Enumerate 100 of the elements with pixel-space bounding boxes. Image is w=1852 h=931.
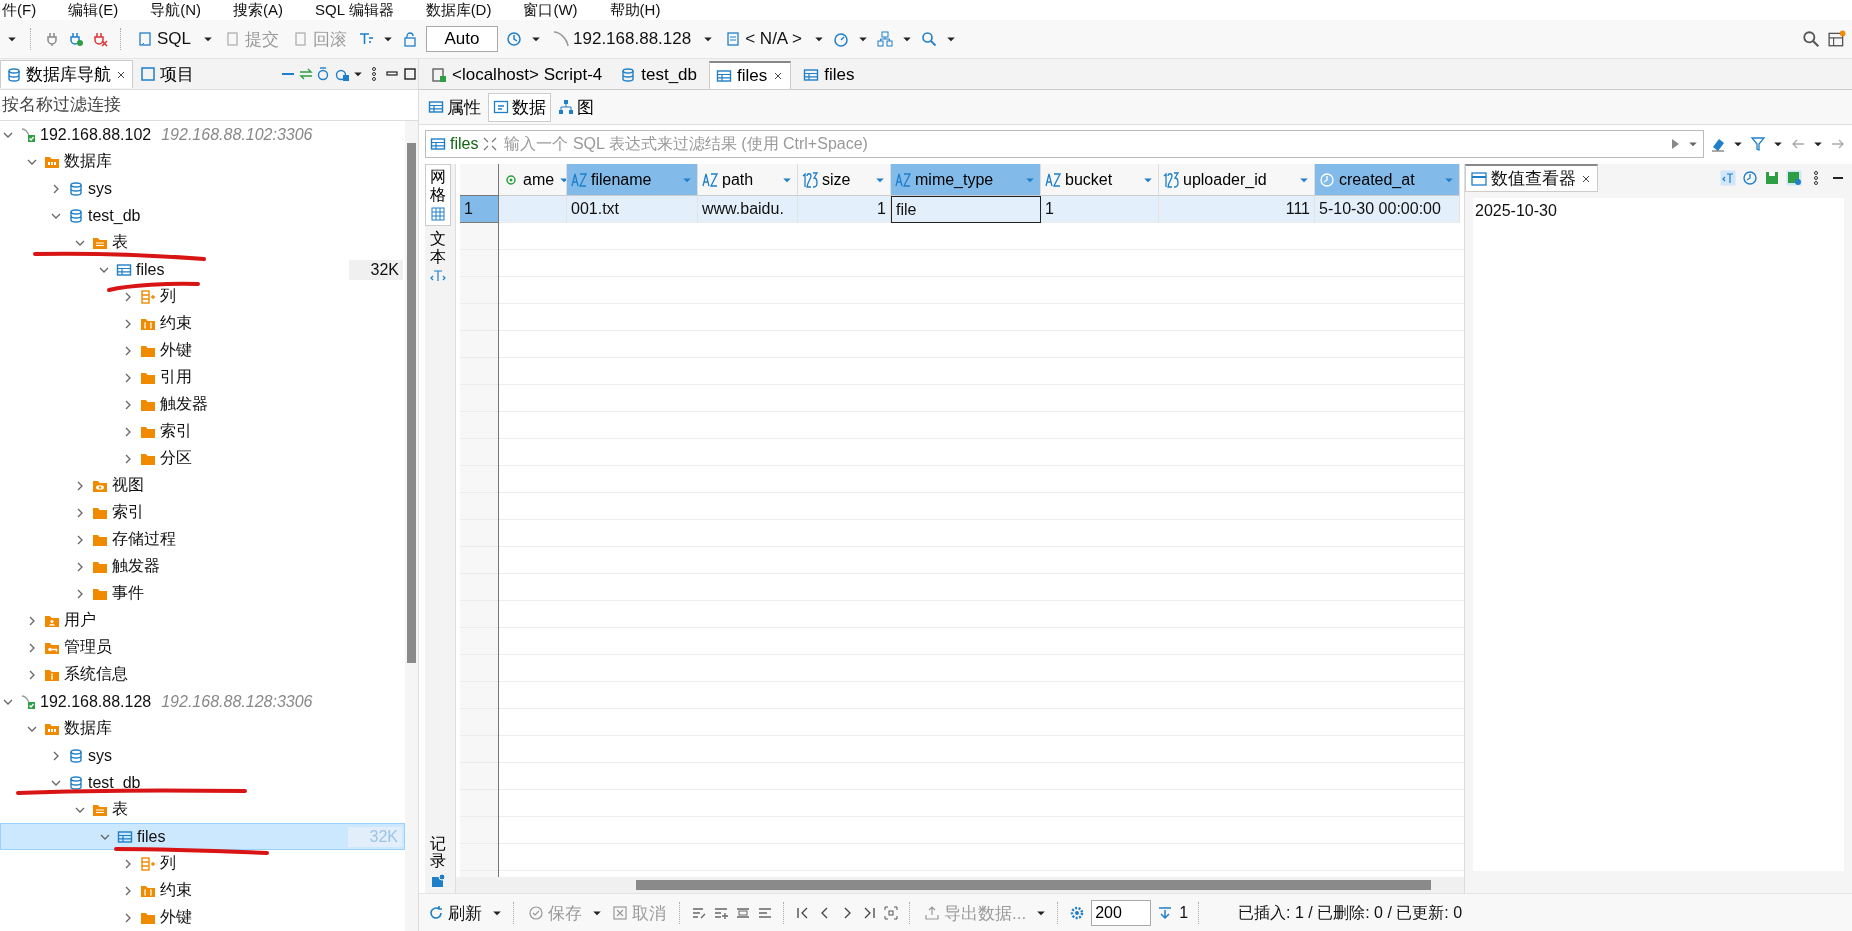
filter-field[interactable]: files 输入一个 SQL 表达式来过滤结果 (使用 Ctrl+Space) bbox=[425, 130, 1704, 158]
editor-tab[interactable]: <localhost> Script-4 bbox=[425, 61, 609, 89]
editor-tab[interactable]: test_db bbox=[614, 61, 703, 89]
add-row-icon[interactable] bbox=[713, 905, 729, 921]
schema-selector[interactable]: < N/A > bbox=[722, 27, 805, 51]
table-cell[interactable]: 5-10-30 00:00:00 bbox=[1315, 196, 1460, 223]
column-header[interactable]: filename bbox=[567, 164, 698, 196]
panel-tab[interactable]: 数据库导航 bbox=[0, 60, 133, 88]
value-viewer-tab[interactable]: 数值查看器 bbox=[1465, 164, 1598, 192]
history-icon[interactable] bbox=[506, 31, 523, 47]
tree-row[interactable]: 表 bbox=[0, 796, 405, 823]
view-mode-tab[interactable]: 记录 bbox=[425, 830, 451, 893]
table-cell[interactable]: file bbox=[891, 196, 1041, 223]
tree-row[interactable]: 存储过程 bbox=[0, 526, 405, 553]
scrollbar[interactable] bbox=[407, 143, 416, 663]
text-format-icon[interactable] bbox=[1720, 170, 1736, 186]
menu-item[interactable]: 导航(N) bbox=[150, 1, 201, 19]
plug-disconnect-icon[interactable] bbox=[92, 31, 108, 47]
clock-icon[interactable] bbox=[1742, 170, 1758, 186]
tree-row[interactable]: 管理员 bbox=[0, 634, 405, 661]
tree-row[interactable]: 触发器 bbox=[0, 391, 405, 418]
search-icon[interactable] bbox=[1802, 30, 1820, 48]
menu-item[interactable]: SQL 编辑器 bbox=[315, 1, 394, 19]
save-as-icon[interactable] bbox=[1786, 170, 1802, 186]
editor-subtab[interactable]: 属性 bbox=[423, 92, 486, 122]
plug-connect-icon[interactable] bbox=[68, 31, 84, 47]
copy-row-icon[interactable] bbox=[735, 905, 751, 921]
column-header[interactable]: bucket bbox=[1041, 164, 1159, 196]
sql-filter-input[interactable]: 输入一个 SQL 表达式来过滤结果 (使用 Ctrl+Space) bbox=[502, 134, 1663, 154]
table-cell[interactable]: 1 bbox=[1041, 196, 1159, 223]
table-cell[interactable]: 1 bbox=[798, 196, 891, 223]
edit-row-icon[interactable] bbox=[691, 905, 707, 921]
tree-row[interactable]: 索引 bbox=[0, 499, 405, 526]
table-cell[interactable] bbox=[499, 196, 567, 223]
tree-row[interactable]: files 32K bbox=[0, 256, 405, 283]
editor-subtab[interactable]: 数据 bbox=[488, 92, 551, 122]
maximize-icon[interactable] bbox=[402, 66, 418, 82]
fit-icon[interactable] bbox=[883, 905, 899, 921]
tree-row[interactable]: 192.168.88.102 192.168.88.102:3306 bbox=[0, 121, 405, 148]
fetch-all-icon[interactable] bbox=[1157, 905, 1174, 921]
tree-row[interactable]: 约束 bbox=[0, 877, 405, 904]
column-header[interactable]: path bbox=[698, 164, 798, 196]
plug-icon[interactable] bbox=[44, 31, 60, 47]
table-cell[interactable]: www.baidu. bbox=[698, 196, 798, 223]
menu-item[interactable]: 件(F) bbox=[2, 1, 37, 19]
column-header[interactable]: size bbox=[798, 164, 891, 196]
tree-row[interactable]: 系统信息 bbox=[0, 661, 405, 688]
scrollbar[interactable] bbox=[636, 880, 1431, 890]
filter-icon[interactable] bbox=[1750, 136, 1766, 152]
tree-row[interactable]: 索引 bbox=[0, 418, 405, 445]
eraser-icon[interactable] bbox=[1710, 136, 1726, 152]
editor-tab[interactable]: files bbox=[797, 61, 861, 89]
tree-row[interactable]: test_db bbox=[0, 202, 405, 229]
tree-row[interactable]: 外键 bbox=[0, 904, 405, 931]
tree-row[interactable]: 分区 bbox=[0, 445, 405, 472]
tree-row[interactable]: sys bbox=[0, 175, 405, 202]
sql-editor-button[interactable]: SQL bbox=[134, 27, 195, 51]
menu-item[interactable]: 窗口(W) bbox=[523, 1, 578, 19]
tree-row[interactable]: 事件 bbox=[0, 580, 405, 607]
transaction-mode-icon[interactable] bbox=[358, 31, 375, 47]
column-header[interactable]: created_at bbox=[1315, 164, 1460, 196]
search-icon[interactable] bbox=[920, 31, 937, 47]
tree-row[interactable]: 表 bbox=[0, 229, 405, 256]
tree-row[interactable]: 数据库 bbox=[0, 148, 405, 175]
tree-row[interactable]: sys bbox=[0, 742, 405, 769]
column-header[interactable]: mime_type bbox=[891, 164, 1041, 196]
view-mode-tab[interactable]: 文本 bbox=[425, 226, 451, 289]
link-icon[interactable] bbox=[298, 66, 314, 82]
menu-item[interactable]: 帮助(H) bbox=[609, 1, 661, 19]
tree-row[interactable]: 视图 bbox=[0, 472, 405, 499]
tree-row[interactable]: 列 bbox=[0, 283, 405, 310]
tree-row[interactable]: 192.168.88.128 192.168.88.128:3306 bbox=[0, 688, 405, 715]
panel-tab[interactable]: 项目 bbox=[135, 60, 199, 88]
menu-item[interactable]: 搜索(A) bbox=[233, 1, 283, 19]
tree-row[interactable]: 用户 bbox=[0, 607, 405, 634]
lock-icon[interactable] bbox=[402, 31, 419, 47]
settings-icon[interactable] bbox=[1069, 905, 1086, 921]
perspective-icon[interactable] bbox=[1828, 30, 1846, 48]
tree-row[interactable]: files 32K bbox=[0, 823, 405, 850]
fetch-size-field[interactable]: 200 bbox=[1091, 900, 1152, 926]
editor-tab[interactable]: files bbox=[709, 61, 792, 89]
editor-subtab[interactable]: 图 bbox=[553, 92, 599, 122]
tree-row[interactable]: 数据库 bbox=[0, 715, 405, 742]
tree-row[interactable]: 列 bbox=[0, 850, 405, 877]
menu-item[interactable]: 编辑(E) bbox=[68, 1, 119, 19]
tree-row[interactable]: 触发器 bbox=[0, 553, 405, 580]
commit-mode-field[interactable]: Auto bbox=[426, 26, 499, 52]
table-cell[interactable]: 111 bbox=[1159, 196, 1315, 223]
column-header[interactable]: uploader_id bbox=[1159, 164, 1315, 196]
delete-row-icon[interactable] bbox=[757, 905, 773, 921]
row-number[interactable]: 1 bbox=[460, 196, 499, 223]
tree-row[interactable]: 引用 bbox=[0, 364, 405, 391]
save-icon[interactable] bbox=[1764, 170, 1780, 186]
view-mode-tab[interactable]: 网格 bbox=[425, 164, 451, 227]
tree-row[interactable]: 外键 bbox=[0, 337, 405, 364]
refresh-button[interactable]: 刷新 bbox=[425, 899, 485, 927]
connection-selector[interactable]: 192.168.88.128 bbox=[550, 27, 695, 51]
gauge-icon[interactable] bbox=[832, 31, 849, 47]
tree-row[interactable]: 约束 bbox=[0, 310, 405, 337]
menu-item[interactable]: 数据库(D) bbox=[425, 1, 492, 19]
